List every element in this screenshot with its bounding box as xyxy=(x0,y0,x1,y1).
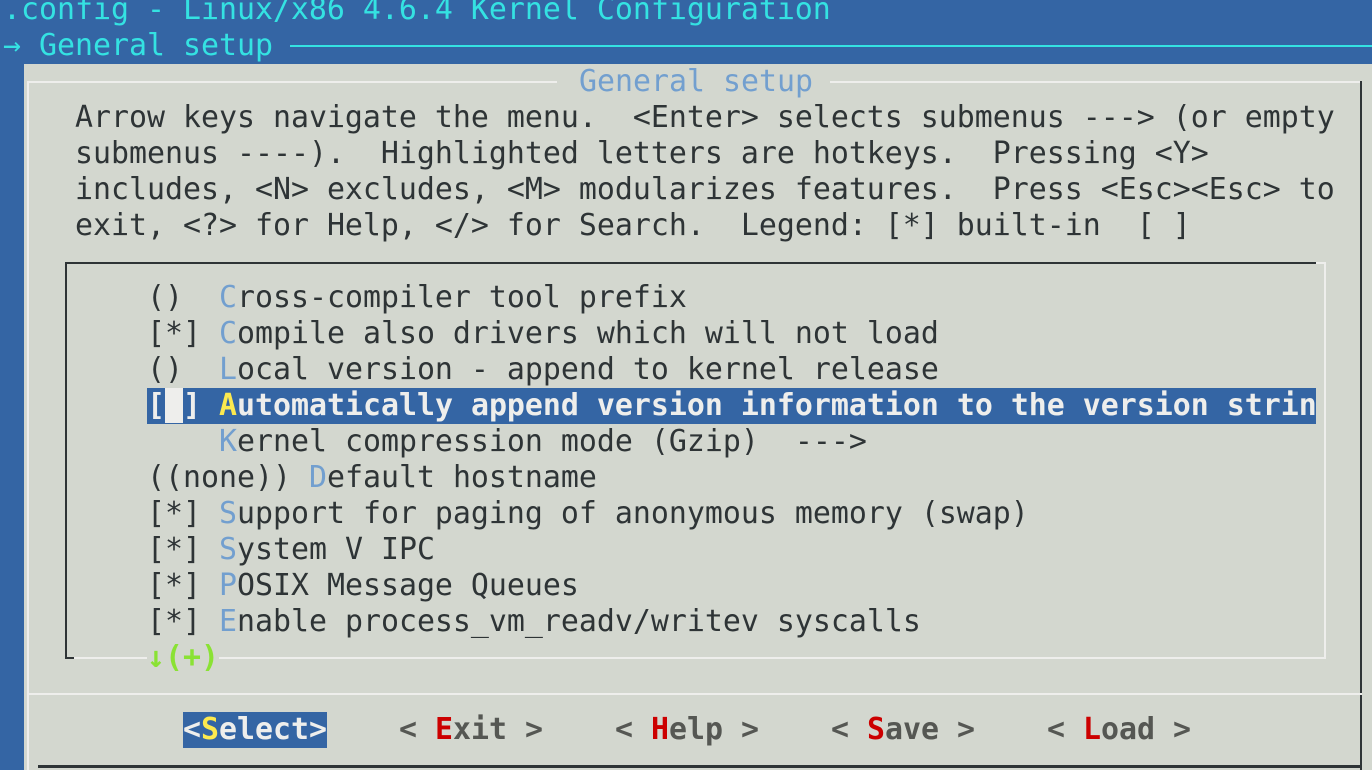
menu-item[interactable]: [*] POSIX Message Queues xyxy=(147,568,579,604)
exit-button[interactable]: < Exit > xyxy=(399,712,543,748)
button-label: elp > xyxy=(669,712,759,747)
menu-border-top xyxy=(65,262,1316,264)
hotkey: E xyxy=(218,604,237,639)
help-line: includes, <N> excludes, <M> modularizes … xyxy=(75,172,1335,207)
item-state: ((none)) xyxy=(147,460,309,495)
help-button[interactable]: < Help > xyxy=(615,712,759,748)
item-state: [*] xyxy=(147,532,219,567)
dialog-border-top-left xyxy=(27,81,557,83)
item-state: [*] xyxy=(147,604,219,639)
hotkey: S xyxy=(201,712,219,747)
item-state: [*] xyxy=(147,496,219,531)
item-label: ystem V IPC xyxy=(236,532,435,567)
hotkey: L xyxy=(1083,712,1101,747)
item-state xyxy=(147,424,219,459)
item-state: () xyxy=(147,280,219,315)
hotkey: C xyxy=(218,316,237,351)
menu-item-selected[interactable]: [ ] Automatically append version informa… xyxy=(147,388,1316,424)
breadcrumb: → General setup xyxy=(3,28,273,64)
menu-item[interactable]: [*] System V IPC xyxy=(147,532,435,568)
item-state: () xyxy=(147,352,219,387)
hotkey: P xyxy=(218,568,237,603)
dialog-border-left xyxy=(27,81,29,770)
item-label: OSIX Message Queues xyxy=(236,568,579,603)
hotkey: D xyxy=(308,460,327,495)
item-state: [*] xyxy=(147,568,219,603)
menu-item[interactable]: [*] Compile also drivers which will not … xyxy=(147,316,939,352)
menu-border-corner xyxy=(65,657,74,659)
load-button[interactable]: < Load > xyxy=(1047,712,1191,748)
hotkey: S xyxy=(867,712,885,747)
item-label: ocal version - append to kernel release xyxy=(236,352,939,387)
button-bracket: < xyxy=(615,712,651,747)
checkbox-open: [ xyxy=(147,388,165,423)
button-label: ave > xyxy=(885,712,975,747)
help-line: submenus ----). Highlighted letters are … xyxy=(75,136,1209,171)
item-label: ross-compiler tool prefix xyxy=(236,280,687,315)
item-label: upport for paging of anonymous memory (s… xyxy=(236,496,1029,531)
checkbox-close: ] xyxy=(183,388,219,423)
menu-border-right xyxy=(1324,262,1326,659)
item-state: [*] xyxy=(147,316,219,351)
item-label: ompile also drivers which will not load xyxy=(236,316,939,351)
hotkey: S xyxy=(218,496,237,531)
arrow-icon: → xyxy=(3,28,21,63)
hotkey: C xyxy=(218,280,237,315)
hotkey: L xyxy=(218,352,237,387)
breadcrumb-rule xyxy=(290,45,1372,47)
item-label: ernel compression mode (Gzip) ---> xyxy=(236,424,867,459)
save-button[interactable]: < Save > xyxy=(831,712,975,748)
dialog-title: General setup xyxy=(579,64,813,99)
button-bracket: < xyxy=(831,712,867,747)
button-label: elect> xyxy=(219,712,327,747)
button-bracket: < xyxy=(183,712,201,747)
help-line: exit, <?> for Help, </> for Search. Lege… xyxy=(75,208,1191,243)
menu-item[interactable]: [*] Enable process_vm_readv/writev sysca… xyxy=(147,604,921,640)
button-bracket: < xyxy=(399,712,435,747)
button-label: xit > xyxy=(453,712,543,747)
help-line: Arrow keys navigate the menu. <Enter> se… xyxy=(75,100,1335,135)
menu-item[interactable]: [*] Support for paging of anonymous memo… xyxy=(147,496,1029,532)
menu-border-bottom xyxy=(67,657,1326,659)
cursor xyxy=(165,388,183,423)
breadcrumb-label: General setup xyxy=(39,28,273,63)
dialog-border-right xyxy=(1360,81,1362,770)
hotkey: H xyxy=(651,712,669,747)
menu-item[interactable]: ((none)) Default hostname xyxy=(147,460,597,496)
window-title: .config - Linux/x86 4.6.4 Kernel Configu… xyxy=(3,0,831,27)
menu-item[interactable]: () Cross-compiler tool prefix xyxy=(147,280,687,316)
select-button[interactable]: <Select> xyxy=(183,712,327,748)
hotkey: A xyxy=(219,388,237,423)
item-label: efault hostname xyxy=(326,460,597,495)
item-label: utomatically append version information … xyxy=(237,388,1316,423)
dialog-separator xyxy=(27,693,1362,695)
button-label: oad > xyxy=(1101,712,1191,747)
dialog-shadow-bottom xyxy=(38,765,1362,768)
dialog-border-top-right xyxy=(830,81,1360,83)
button-bracket: < xyxy=(1047,712,1083,747)
menu-item[interactable]: () Local version - append to kernel rele… xyxy=(147,352,939,388)
more-items-indicator: ↓(+) xyxy=(147,640,219,676)
item-label: nable process_vm_readv/writev syscalls xyxy=(236,604,921,639)
hotkey: S xyxy=(218,532,237,567)
hotkey: K xyxy=(218,424,237,459)
menu-border-left xyxy=(65,262,67,659)
menu-item[interactable]: Kernel compression mode (Gzip) ---> xyxy=(147,424,867,460)
hotkey: E xyxy=(435,712,453,747)
